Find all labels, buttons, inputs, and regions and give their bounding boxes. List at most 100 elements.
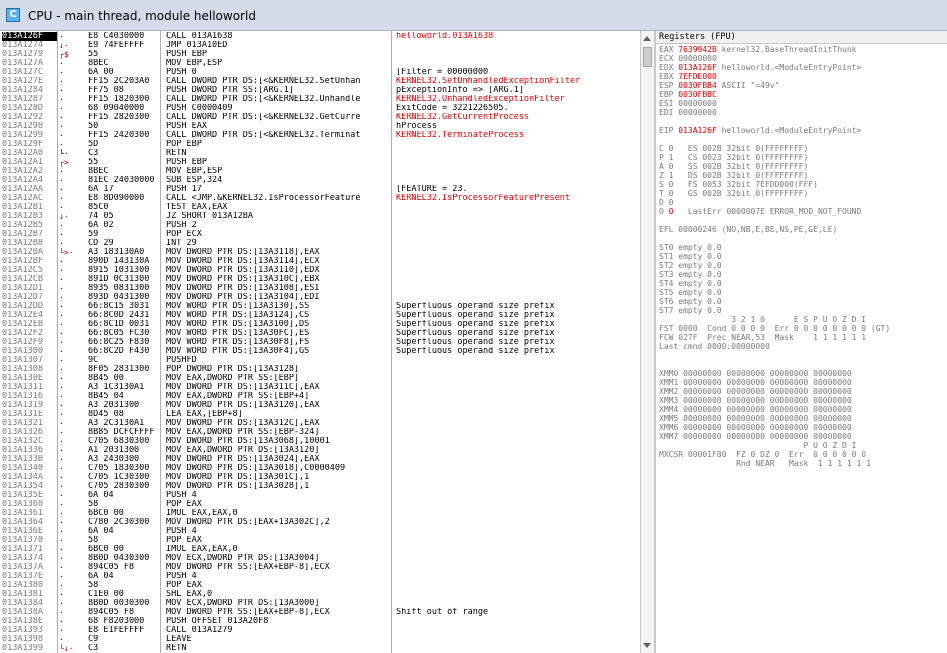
hex-cell[interactable]: 66:8C15 3031 xyxy=(88,302,160,311)
comment-cell[interactable] xyxy=(396,563,640,572)
instruction-cell[interactable]: PUSH EBP xyxy=(166,158,391,167)
register-line[interactable]: EBP 0030FBBC xyxy=(659,90,947,99)
register-line[interactable]: EDX 013A126F helloworld.<ModuleEntryPoin… xyxy=(659,63,947,72)
comment-cell[interactable] xyxy=(396,536,640,545)
instruction-cell[interactable]: POP EAX xyxy=(166,581,391,590)
register-line[interactable]: ST4 empty 0.0 xyxy=(659,279,947,288)
address-cell[interactable]: 013A1307 xyxy=(2,356,58,365)
hex-cell[interactable]: 55 xyxy=(88,158,160,167)
instruction-cell[interactable]: CALL DWORD PTR DS:[<&KERNEL32.Unhandle xyxy=(166,95,391,104)
register-line[interactable] xyxy=(659,360,947,369)
comment-cell[interactable] xyxy=(396,257,640,266)
address-cell[interactable]: 013A1299 xyxy=(2,131,58,140)
address-cell[interactable]: 013A1292 xyxy=(2,113,58,122)
address-cell[interactable]: 013A12D7 xyxy=(2,293,58,302)
comment-cell[interactable] xyxy=(396,545,640,554)
register-line[interactable]: EDI 00000000 xyxy=(659,108,947,117)
instruction-cell[interactable]: MOV DWORD PTR DS:[EAX+13A302C],2 xyxy=(166,518,391,527)
comment-cell[interactable] xyxy=(396,158,640,167)
instruction-cell[interactable]: PUSH 2 xyxy=(166,221,391,230)
comment-cell[interactable]: ExitCode = 3221226505. xyxy=(396,104,640,113)
instruction-cell[interactable]: CALL DWORD PTR DS:[<&KERNEL32.Terminat xyxy=(166,131,391,140)
hex-cell[interactable]: 9C xyxy=(88,356,160,365)
disassembly-pane[interactable]: 013A126F 013A1274 013A1279 013A127A 013A127C… xyxy=(0,31,640,653)
instruction-cell[interactable]: PUSHFD xyxy=(166,356,391,365)
hex-cell[interactable]: 6A 04 xyxy=(88,572,160,581)
comment-column[interactable]: helloworld.013A1638 [Filter = 00000000 KER… xyxy=(392,31,640,653)
register-value[interactable]: 013A126F xyxy=(678,126,717,135)
register-line[interactable]: Z 1 DS 002B 32bit 0(FFFFFFFF) xyxy=(659,171,947,180)
address-cell[interactable]: 013A12AA xyxy=(2,185,58,194)
address-cell[interactable]: 013A12DD xyxy=(2,302,58,311)
register-line[interactable] xyxy=(659,135,947,144)
register-line[interactable]: XMM7 00000000 00000000 00000000 00000000 xyxy=(659,432,947,441)
hex-cell[interactable]: 58 xyxy=(88,536,160,545)
register-line[interactable]: Last cmnd 0000:00000000 xyxy=(659,342,947,351)
comment-cell[interactable] xyxy=(396,392,640,401)
hex-cell[interactable]: 8B85 DCFCFFFF xyxy=(88,428,160,437)
comment-cell[interactable]: Superfluous operand size prefix xyxy=(396,347,640,356)
address-cell[interactable]: 013A127A xyxy=(2,59,58,68)
instruction-cell[interactable]: MOV DWORD PTR DS:[13A3068],10001 xyxy=(166,437,391,446)
comment-cell[interactable]: Superfluous operand size prefix xyxy=(396,329,640,338)
window-titlebar[interactable]: C CPU - main thread, module helloworld xyxy=(0,0,947,31)
register-line[interactable]: XMM1 00000000 00000000 00000000 00000000 xyxy=(659,378,947,387)
hex-cell[interactable]: 6A 17 xyxy=(88,185,160,194)
hex-cell[interactable]: FF15 1820300 xyxy=(88,95,160,104)
address-cell[interactable]: 013A12F2 xyxy=(2,329,58,338)
instruction-cell[interactable]: MOV EAX,DWORD PTR DS:[13A3120] xyxy=(166,446,391,455)
address-cell[interactable]: 013A1326 xyxy=(2,428,58,437)
comment-cell[interactable] xyxy=(396,419,640,428)
hex-cell[interactable]: FF15 2C203A0 xyxy=(88,77,160,86)
address-cell[interactable]: 013A12CB xyxy=(2,275,58,284)
disassembly-scrollbar[interactable] xyxy=(640,31,654,653)
address-cell[interactable]: 013A1284 xyxy=(2,86,58,95)
address-cell[interactable]: 013A126F xyxy=(2,32,58,41)
address-cell[interactable]: 013A12BA xyxy=(2,248,58,257)
hex-cell[interactable]: CD 29 xyxy=(88,239,160,248)
instruction-cell[interactable]: MOV WORD PTR DS:[13A3130],SS xyxy=(166,302,391,311)
comment-cell[interactable] xyxy=(396,410,640,419)
register-line[interactable]: ST7 empty 0.0 xyxy=(659,306,947,315)
address-cell[interactable]: 013A129F xyxy=(2,140,58,149)
address-cell[interactable]: 013A137E xyxy=(2,572,58,581)
instruction-cell[interactable]: MOV EBP,ESP xyxy=(166,167,391,176)
hex-cell[interactable]: C3 xyxy=(88,149,160,158)
address-cell[interactable]: 013A1384 xyxy=(2,599,58,608)
address-column[interactable]: 013A126F 013A1274 013A1279 013A127A 013A127C… xyxy=(0,31,58,653)
comment-cell[interactable] xyxy=(396,617,640,626)
instruction-cell[interactable]: MOV DWORD PTR DS:[13A3028],1 xyxy=(166,482,391,491)
address-cell[interactable]: 013A12E4 xyxy=(2,311,58,320)
instruction-cell[interactable]: PUSH EBP xyxy=(166,50,391,59)
instruction-cell[interactable]: MOV WORD PTR DS:[13A30F4],GS xyxy=(166,347,391,356)
instruction-cell[interactable]: MOV DWORD PTR DS:[13A301C],1 xyxy=(166,473,391,482)
address-cell[interactable]: 013A1321 xyxy=(2,419,58,428)
hex-cell[interactable]: 8935 0831300 xyxy=(88,284,160,293)
disassembly-column[interactable]: CALL 013A1638 JMP 013A10ED PUSH EBP MOV EBP… xyxy=(161,31,391,653)
instruction-cell[interactable]: POP EBP xyxy=(166,140,391,149)
comment-cell[interactable] xyxy=(396,203,640,212)
hex-cell[interactable]: 8F05 2831300 xyxy=(88,365,160,374)
hex-cell[interactable]: A3 2C3130A1 xyxy=(88,419,160,428)
register-line[interactable]: ESP 0030FBB4 ASCII "=49v" xyxy=(659,81,947,90)
address-cell[interactable]: 013A12A0 xyxy=(2,149,58,158)
register-line[interactable]: EIP 013A126F helloworld.<ModuleEntryPoin… xyxy=(659,126,947,135)
instruction-cell[interactable]: MOV DWORD PTR SS:[EAX+EBP-8],ECX xyxy=(166,608,391,617)
comment-cell[interactable] xyxy=(396,482,640,491)
register-line[interactable]: ST0 empty 0.0 xyxy=(659,243,947,252)
comment-cell[interactable]: KERNEL32.TerminateProcess xyxy=(396,131,640,140)
hex-cell[interactable]: 5D xyxy=(88,140,160,149)
register-value[interactable]: 7EFDE000 xyxy=(678,72,717,81)
comment-cell[interactable] xyxy=(396,365,640,374)
hex-cell[interactable]: 891D 0C31300 xyxy=(88,275,160,284)
instruction-cell[interactable]: CALL DWORD PTR DS:[<&KERNEL32.GetCurre xyxy=(166,113,391,122)
hex-cell[interactable]: 81EC 24030000 xyxy=(88,176,160,185)
address-cell[interactable]: 013A137A xyxy=(2,563,58,572)
comment-cell[interactable]: [FEATURE = 23. xyxy=(396,185,640,194)
scroll-up-arrow-icon[interactable] xyxy=(643,36,651,41)
address-cell[interactable]: 013A1300 xyxy=(2,347,58,356)
register-value[interactable]: 0030FBBC xyxy=(678,90,717,99)
hex-cell[interactable]: 6A 02 xyxy=(88,221,160,230)
instruction-cell[interactable]: MOV WORD PTR DS:[13A3100],DS xyxy=(166,320,391,329)
hex-cell[interactable]: 74 05 xyxy=(88,212,160,221)
